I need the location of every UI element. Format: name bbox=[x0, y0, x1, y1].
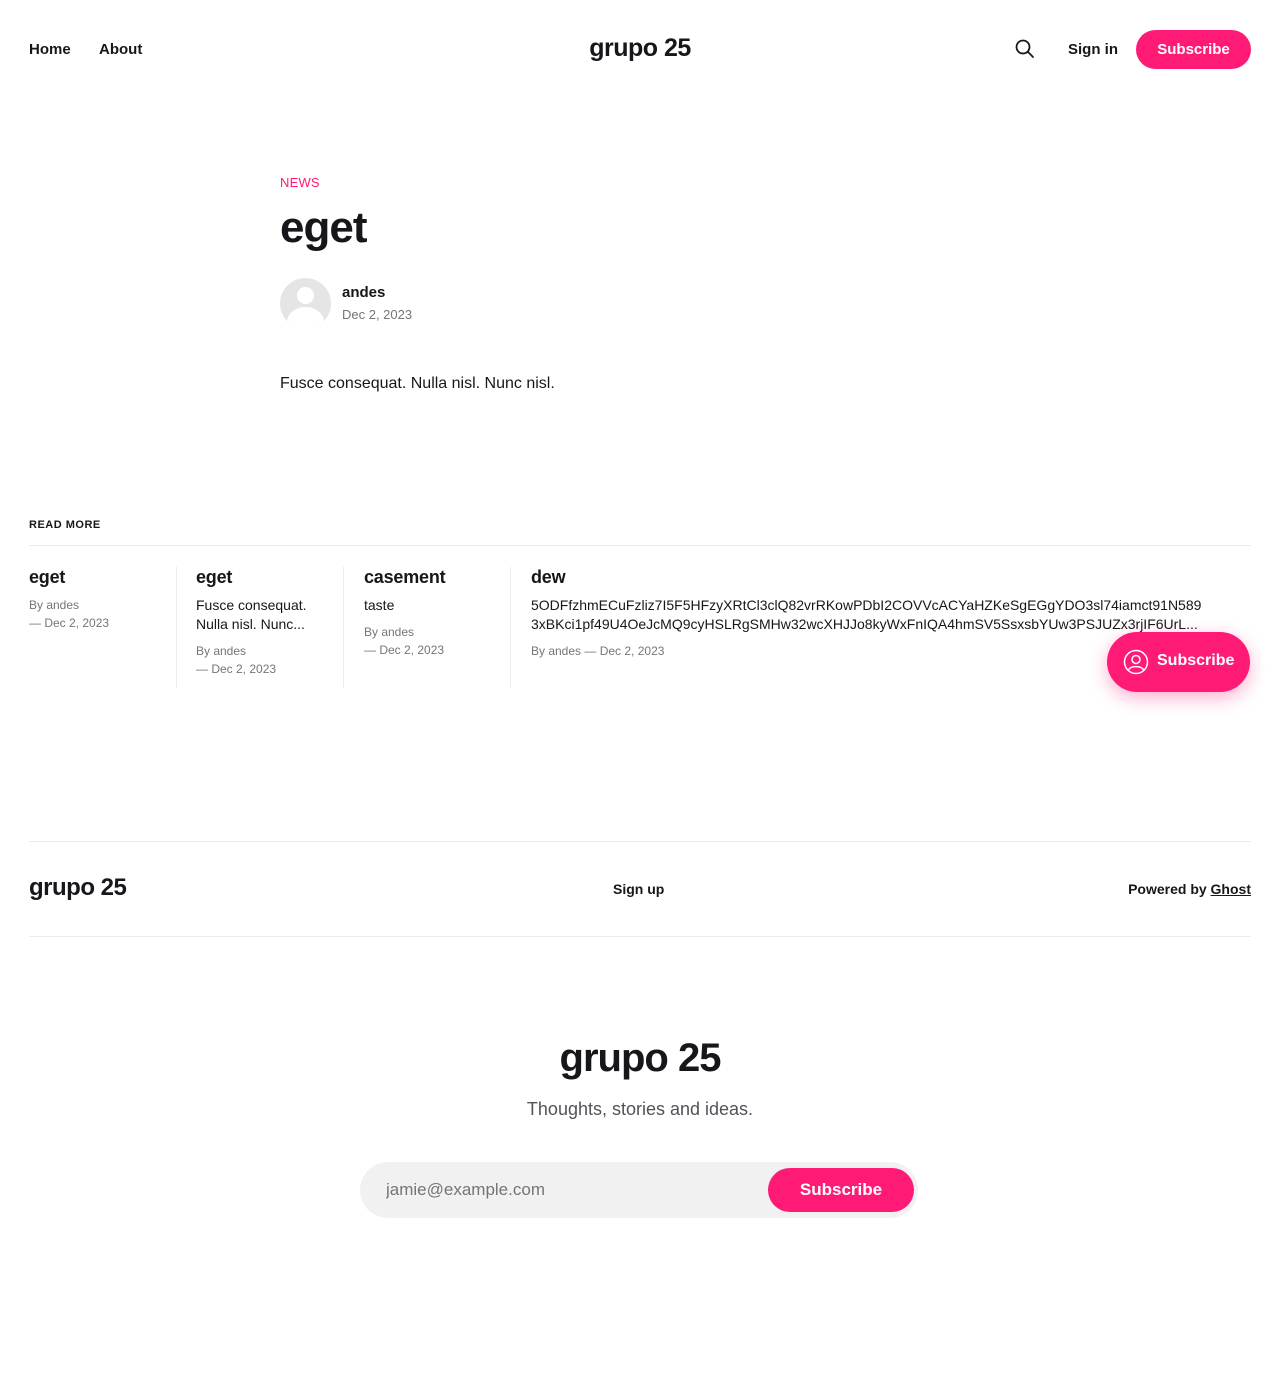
search-icon[interactable] bbox=[1014, 38, 1036, 60]
post-card[interactable]: eget By andes — Dec 2, 2023 bbox=[29, 567, 169, 632]
email-input[interactable] bbox=[386, 1180, 746, 1200]
ghost-link[interactable]: Ghost bbox=[1211, 881, 1251, 897]
footer-site-title[interactable]: grupo 25 bbox=[29, 874, 127, 902]
read-more-divider bbox=[29, 545, 1251, 546]
footer-bottom-divider bbox=[29, 936, 1251, 937]
floating-subscribe-label: Subscribe bbox=[1157, 652, 1235, 669]
post-card-excerpt: 5ODFfzhmECuFzliz7I5F5HFzyXRtCl3clQ82vrRK… bbox=[531, 597, 1202, 613]
post-card-author: By andes bbox=[364, 625, 415, 639]
avatar-body-shape bbox=[287, 307, 324, 329]
card-divider bbox=[343, 567, 344, 688]
powered-by: Powered by Ghost bbox=[1128, 881, 1251, 897]
author-avatar[interactable] bbox=[280, 278, 331, 329]
post-tag[interactable]: NEWS bbox=[280, 175, 320, 190]
sign-in-link[interactable]: Sign in bbox=[1068, 41, 1118, 58]
header-subscribe-button[interactable]: Subscribe bbox=[1136, 30, 1251, 69]
post-card-excerpt: taste bbox=[364, 597, 395, 613]
card-divider bbox=[176, 567, 177, 688]
post-card-title[interactable]: eget bbox=[29, 567, 169, 588]
post-date: Dec 2, 2023 bbox=[342, 307, 413, 322]
post-card-title[interactable]: casement bbox=[364, 567, 504, 588]
post-card-date: — Dec 2, 2023 bbox=[29, 616, 110, 630]
post-card[interactable]: eget Fusce consequat. Nulla nisl. Nunc..… bbox=[196, 567, 336, 678]
post-card-date: — Dec 2, 2023 bbox=[196, 662, 277, 676]
card-divider bbox=[510, 567, 511, 688]
post-card-author: By andes bbox=[196, 644, 247, 658]
post-title: eget bbox=[280, 203, 367, 252]
subscribe-form: Subscribe bbox=[360, 1162, 918, 1218]
read-more-heading: READ MORE bbox=[29, 519, 101, 531]
avatar-head-shape bbox=[297, 287, 314, 304]
user-circle-icon bbox=[1123, 649, 1149, 675]
post-card-title[interactable]: eget bbox=[196, 567, 336, 588]
post-body: Fusce consequat. Nulla nisl. Nunc nisl. bbox=[280, 375, 555, 392]
cta-subscribe-button[interactable]: Subscribe bbox=[768, 1168, 914, 1212]
footer-top-divider bbox=[29, 841, 1251, 842]
cta-description: Thoughts, stories and ideas. bbox=[526, 1099, 754, 1119]
post-card-title[interactable]: dew bbox=[531, 567, 1251, 588]
cta-site-title: grupo 25 bbox=[559, 1036, 722, 1080]
post-card-date: — Dec 2, 2023 bbox=[364, 643, 445, 657]
author-name[interactable]: andes bbox=[342, 284, 385, 301]
footer-signup-link[interactable]: Sign up bbox=[613, 881, 664, 897]
floating-subscribe-button[interactable]: Subscribe bbox=[1107, 632, 1250, 692]
post-card-excerpt: Fusce consequat. Nulla nisl. Nunc... bbox=[196, 597, 307, 632]
post-card[interactable]: casement taste By andes — Dec 2, 2023 bbox=[364, 567, 504, 659]
site-header: Home About grupo 25 Sign in Subscribe bbox=[0, 0, 1265, 100]
powered-by-prefix: Powered by bbox=[1128, 881, 1211, 897]
post-card-author: By andes bbox=[29, 598, 80, 612]
